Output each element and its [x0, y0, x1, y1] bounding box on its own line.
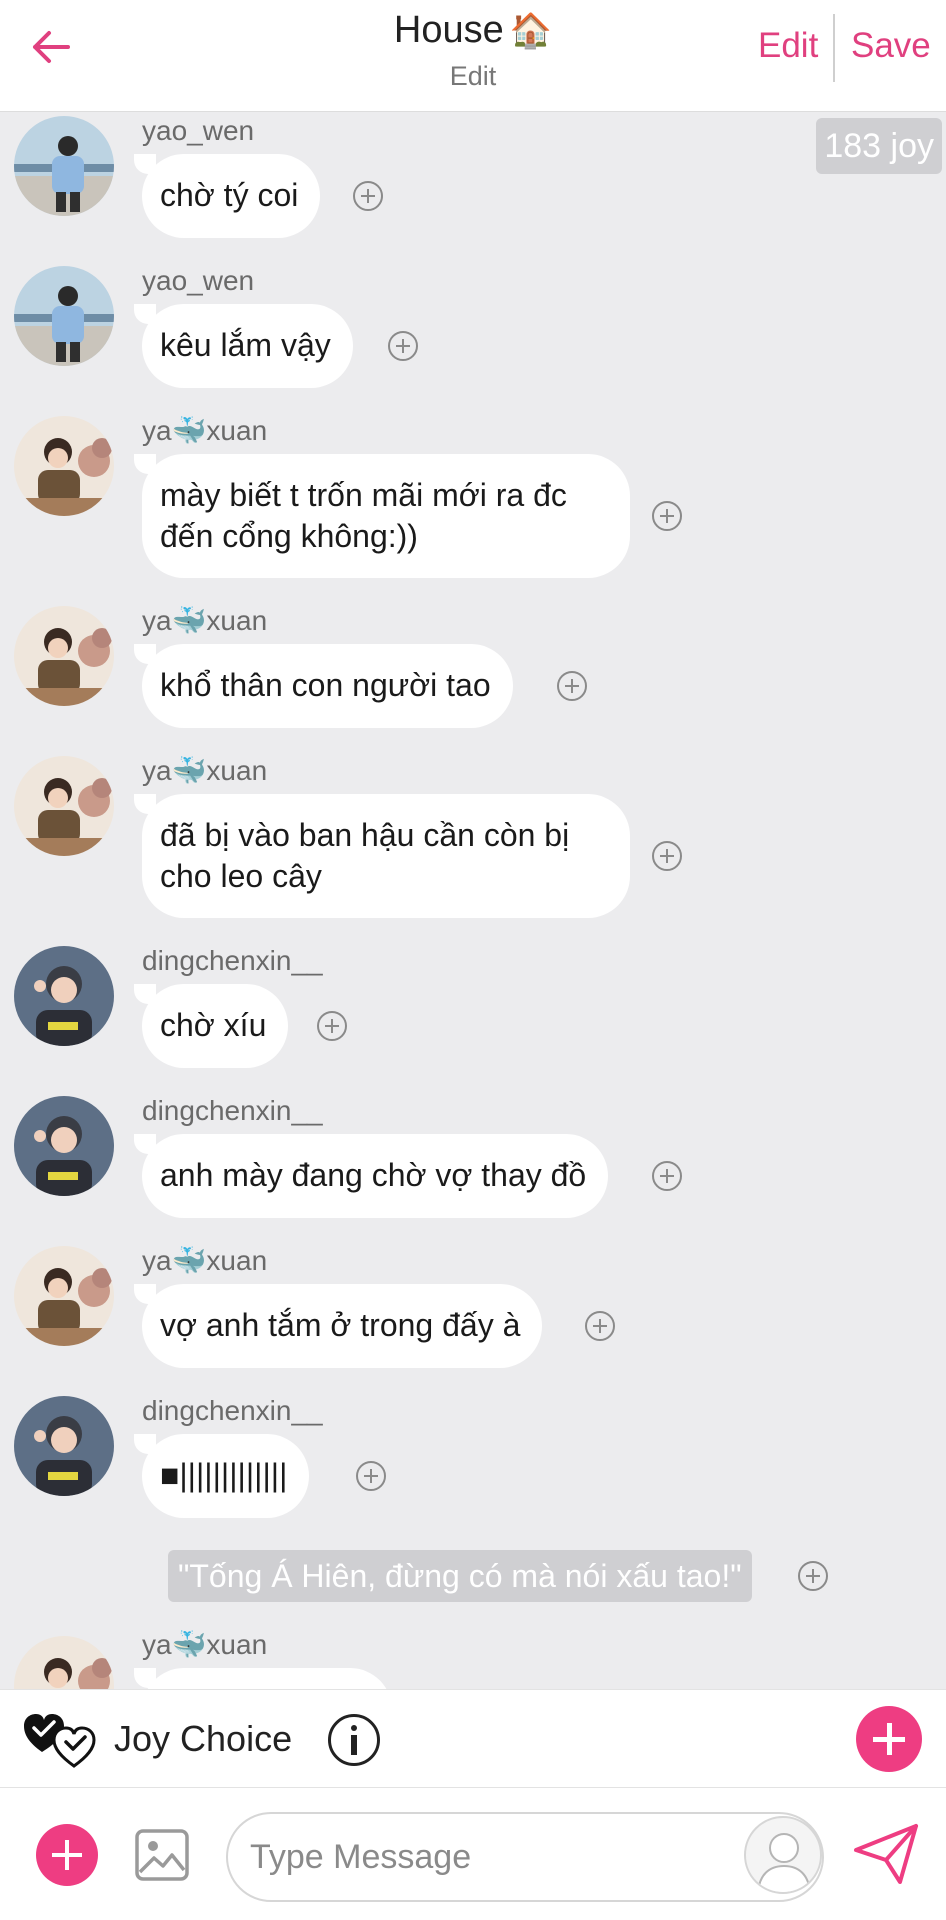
avatar[interactable] — [14, 756, 114, 856]
plus-icon — [361, 189, 375, 203]
message-composer — [0, 1787, 946, 1920]
plus-icon — [806, 1569, 820, 1583]
message-bubble[interactable]: anh mày đang chờ vợ thay đồ — [134, 1134, 609, 1218]
react-add-button[interactable] — [652, 1161, 682, 1191]
bubble-tail — [134, 794, 156, 814]
info-icon[interactable] — [328, 1714, 380, 1766]
avatar[interactable] — [14, 946, 114, 1046]
info-bar — [351, 1735, 357, 1755]
message-text: vợ anh tắm ở trong đấy à — [160, 1307, 521, 1343]
plus-icon — [660, 849, 674, 863]
house-emoji-icon: 🏠 — [509, 12, 553, 50]
react-add-button[interactable] — [317, 1011, 347, 1041]
composer-add-button[interactable] — [36, 1824, 98, 1886]
message-text-line: đến cổng không:)) — [160, 518, 418, 554]
react-add-button[interactable] — [652, 841, 682, 871]
message-bubble[interactable]: đã bị vào ban hậu cần còn bị cho leo cây — [134, 794, 630, 918]
message-bubble[interactable]: ■||||||||||||| — [134, 1434, 310, 1518]
info-dot — [351, 1725, 357, 1731]
bubble-tail — [134, 1284, 156, 1304]
bubble-tail — [134, 154, 156, 174]
plus-icon — [325, 1019, 339, 1033]
message-username: ya🐳xuan — [142, 1245, 268, 1276]
double-check-hearts-icon[interactable] — [22, 1704, 102, 1774]
avatar[interactable] — [14, 1636, 114, 1689]
chat-scroll-area[interactable]: 183 joy yao_wen chờ tý coi yao_wen kêu l… — [0, 112, 946, 1689]
message-text-line: mày biết t trốn mãi mới ra đc — [160, 477, 567, 513]
message-text: kêu lắm vậy — [160, 327, 331, 363]
message-username: ya🐳xuan — [142, 755, 268, 786]
bubble-tail — [134, 1668, 156, 1688]
react-add-button[interactable] — [652, 501, 682, 531]
react-add-button[interactable] — [585, 1311, 615, 1341]
user-avatar-icon[interactable] — [744, 1816, 822, 1894]
header-divider — [833, 14, 835, 82]
message-input[interactable] — [250, 1814, 750, 1900]
avatar[interactable] — [14, 1096, 114, 1196]
top-bar: House 🏠 Edit Edit Save — [0, 0, 946, 112]
message-username: dingchenxin__ — [142, 945, 323, 976]
send-icon[interactable] — [852, 1822, 920, 1886]
avatar[interactable] — [14, 606, 114, 706]
message-username: dingchenxin__ — [142, 1395, 323, 1426]
avatar[interactable] — [14, 1396, 114, 1496]
bubble-tail — [134, 1434, 156, 1454]
message-bubble[interactable]: khổ thân con người tao — [134, 644, 513, 728]
joy-choice-bar: Joy Choice — [0, 1689, 946, 1787]
message-input-wrapper — [226, 1812, 824, 1902]
narration-message[interactable]: "Tống Á Hiên, đừng có mà nói xấu tao!" — [168, 1550, 752, 1602]
avatar[interactable] — [14, 116, 114, 216]
message-username: ya🐳xuan — [142, 415, 268, 446]
message-bubble[interactable]: chờ xíu — [134, 984, 289, 1068]
joy-counter-badge: 183 joy — [816, 118, 942, 174]
message-bubble[interactable]: kêu lắm vậy — [134, 304, 353, 388]
message-text-line: đã bị vào ban hậu cần còn bị — [160, 817, 570, 853]
bubble-tail — [134, 644, 156, 664]
plus-icon — [593, 1319, 607, 1333]
react-add-button[interactable] — [353, 181, 383, 211]
react-add-button[interactable] — [798, 1561, 828, 1591]
message-bubble[interactable]: mày biết t trốn mãi mới ra đc đến cổng k… — [134, 454, 630, 578]
message-text: chờ tý coi — [160, 177, 299, 213]
bubble-tail — [134, 454, 156, 474]
plus-icon — [565, 679, 579, 693]
avatar[interactable] — [14, 416, 114, 516]
chat-app: House 🏠 Edit Edit Save 183 joy yao_wen ch… — [0, 0, 946, 1920]
react-add-button[interactable] — [557, 671, 587, 701]
bubble-tail — [134, 304, 156, 324]
page-title-text: House — [393, 9, 504, 51]
react-add-button[interactable] — [356, 1461, 386, 1491]
message-username: dingchenxin__ — [142, 1095, 323, 1126]
message-username: yao_wen — [142, 265, 255, 296]
message-bubble[interactable] — [134, 1668, 392, 1689]
edit-button[interactable]: Edit — [758, 26, 818, 66]
plus-icon — [660, 509, 674, 523]
message-bubble[interactable]: chờ tý coi — [134, 154, 321, 238]
bubble-tail — [134, 984, 156, 1004]
plus-icon — [396, 339, 410, 353]
image-icon[interactable] — [134, 1828, 190, 1882]
message-username: yao_wen — [142, 115, 255, 146]
plus-icon — [364, 1469, 378, 1483]
joy-choice-label[interactable]: Joy Choice — [114, 1718, 292, 1760]
joy-choice-add-button[interactable] — [856, 1706, 922, 1772]
avatar[interactable] — [14, 266, 114, 366]
message-bubble[interactable]: vợ anh tắm ở trong đấy à — [134, 1284, 543, 1368]
bubble-tail — [134, 1134, 156, 1154]
plus-icon — [660, 1169, 674, 1183]
message-text: ■||||||||||||| — [160, 1457, 288, 1493]
react-add-button[interactable] — [388, 331, 418, 361]
message-text: anh mày đang chờ vợ thay đồ — [160, 1157, 587, 1193]
message-username: ya🐳xuan — [142, 605, 268, 636]
message-username: ya🐳xuan — [142, 1629, 268, 1660]
avatar[interactable] — [14, 1246, 114, 1346]
message-text: khổ thân con người tao — [160, 667, 491, 703]
message-text-line: cho leo cây — [160, 858, 322, 894]
message-text: chờ xíu — [160, 1007, 267, 1043]
save-button[interactable]: Save — [851, 26, 931, 66]
